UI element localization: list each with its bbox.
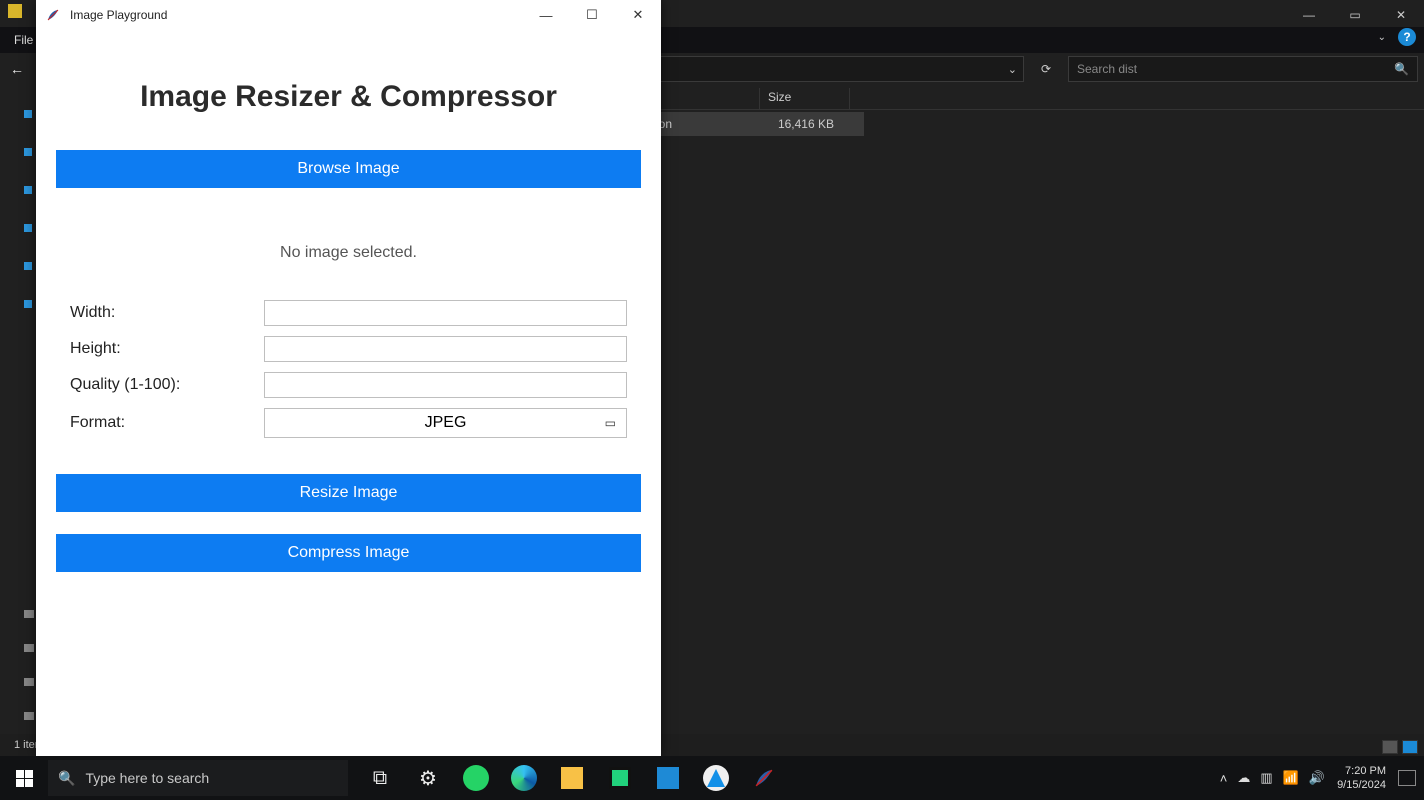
- height-input[interactable]: [264, 336, 627, 362]
- edge-icon[interactable]: [500, 756, 548, 800]
- start-button[interactable]: [0, 756, 48, 800]
- width-row: Width:: [70, 300, 627, 326]
- width-label: Width:: [70, 304, 264, 322]
- wifi-icon[interactable]: 📶: [1283, 770, 1299, 786]
- close-button[interactable]: ✕: [1378, 0, 1424, 30]
- tkinter-app-task-icon[interactable]: [740, 756, 788, 800]
- sidebar-item[interactable]: [24, 300, 32, 308]
- no-image-label: No image selected.: [56, 244, 641, 262]
- maximize-button[interactable]: ▭: [1332, 0, 1378, 30]
- search-icon: 🔍: [58, 770, 75, 787]
- sidebar-item[interactable]: [24, 262, 32, 270]
- explorer-search-input[interactable]: Search dist 🔍: [1068, 56, 1418, 82]
- sidebar-item[interactable]: [24, 110, 32, 118]
- sidebar-item[interactable]: [24, 148, 32, 156]
- app-window-controls: — ☐ ✕: [523, 0, 661, 30]
- system-tray: ˄ ☁ ▥ 📶 🔊 7:20 PM 9/15/2024: [1220, 764, 1424, 792]
- file-menu[interactable]: File: [14, 33, 33, 47]
- quality-row: Quality (1-100):: [70, 372, 627, 398]
- compress-button[interactable]: Compress Image: [56, 534, 641, 572]
- app-heading: Image Resizer & Compressor: [56, 80, 641, 114]
- app-title: Image Playground: [70, 8, 167, 22]
- maximize-button[interactable]: ☐: [569, 0, 615, 30]
- taskbar-search[interactable]: 🔍 Type here to search: [48, 760, 348, 796]
- back-arrow-icon[interactable]: ←: [10, 61, 32, 77]
- action-center-icon[interactable]: [1398, 770, 1416, 786]
- actions: Resize Image Compress Image: [56, 474, 641, 572]
- quality-input[interactable]: [264, 372, 627, 398]
- whatsapp-icon[interactable]: [452, 756, 500, 800]
- file-size-cell: 16,416 KB: [760, 117, 850, 131]
- height-row: Height:: [70, 336, 627, 362]
- file-explorer-icon[interactable]: [548, 756, 596, 800]
- taskbar: 🔍 Type here to search ⧉ ⚙ ˄ ☁ ▥ 📶 🔊 7:20…: [0, 756, 1424, 800]
- sidebar-item[interactable]: [24, 186, 32, 194]
- view-mode-icons: [1382, 740, 1418, 754]
- android-studio-icon[interactable]: [692, 756, 740, 800]
- sidebar-quick-access: [24, 110, 32, 308]
- sidebar-item[interactable]: [24, 224, 32, 232]
- thumbnails-view-icon[interactable]: [1402, 740, 1418, 754]
- details-view-icon[interactable]: [1382, 740, 1398, 754]
- tray-icons: ˄ ☁ ▥ 📶 🔊: [1220, 770, 1325, 786]
- resize-button[interactable]: Resize Image: [56, 474, 641, 512]
- dropdown-handle-icon: ▭: [605, 416, 616, 430]
- format-select[interactable]: JPEG ▭: [264, 408, 627, 438]
- explorer-folder-icon: [8, 4, 22, 18]
- format-row: Format: JPEG ▭: [70, 408, 627, 438]
- height-label: Height:: [70, 340, 264, 358]
- address-caret-icon[interactable]: ⌄: [1008, 63, 1017, 76]
- search-icon: 🔍: [1394, 62, 1409, 76]
- help-icon[interactable]: ?: [1398, 28, 1416, 46]
- search-placeholder: Search dist: [1077, 62, 1137, 76]
- ribbon-caret-icon[interactable]: ⌄: [1378, 32, 1386, 43]
- pycharm-icon[interactable]: [596, 756, 644, 800]
- pinned-apps: ⧉ ⚙: [356, 756, 788, 800]
- minimize-button[interactable]: —: [1286, 0, 1332, 30]
- sidebar-item[interactable]: [24, 610, 34, 618]
- app-window: Image Playground — ☐ ✕ Image Resizer & C…: [36, 0, 661, 756]
- battery-icon[interactable]: ▥: [1260, 770, 1272, 786]
- sidebar-drives: [24, 610, 34, 720]
- explorer-window-controls: — ▭ ✕: [1286, 0, 1424, 30]
- date: 9/15/2024: [1337, 778, 1386, 792]
- volume-icon[interactable]: 🔊: [1309, 770, 1325, 786]
- taskbar-search-placeholder: Type here to search: [85, 770, 209, 786]
- vscode-icon[interactable]: [644, 756, 692, 800]
- task-view-icon[interactable]: ⧉: [356, 756, 404, 800]
- close-button[interactable]: ✕: [615, 0, 661, 30]
- width-input[interactable]: [264, 300, 627, 326]
- settings-icon[interactable]: ⚙: [404, 756, 452, 800]
- windows-logo-icon: [16, 770, 33, 787]
- refresh-icon[interactable]: ⟳: [1034, 62, 1058, 76]
- time: 7:20 PM: [1337, 764, 1386, 778]
- app-body: Image Resizer & Compressor Browse Image …: [36, 30, 661, 572]
- sidebar-item[interactable]: [24, 678, 34, 686]
- tkinter-feather-icon: [46, 8, 60, 22]
- clock[interactable]: 7:20 PM 9/15/2024: [1337, 764, 1386, 792]
- onedrive-icon[interactable]: ☁: [1237, 770, 1250, 786]
- quality-label: Quality (1-100):: [70, 376, 264, 394]
- sidebar-item[interactable]: [24, 644, 34, 652]
- browse-image-button[interactable]: Browse Image: [56, 150, 641, 188]
- format-label: Format:: [70, 414, 264, 432]
- form: Width: Height: Quality (1-100): Format: …: [56, 300, 641, 438]
- tray-chevron-icon[interactable]: ˄: [1220, 771, 1228, 786]
- column-size[interactable]: Size: [760, 88, 850, 109]
- sidebar-item[interactable]: [24, 712, 34, 720]
- app-titlebar: Image Playground — ☐ ✕: [36, 0, 661, 30]
- minimize-button[interactable]: —: [523, 0, 569, 30]
- format-value: JPEG: [425, 414, 467, 432]
